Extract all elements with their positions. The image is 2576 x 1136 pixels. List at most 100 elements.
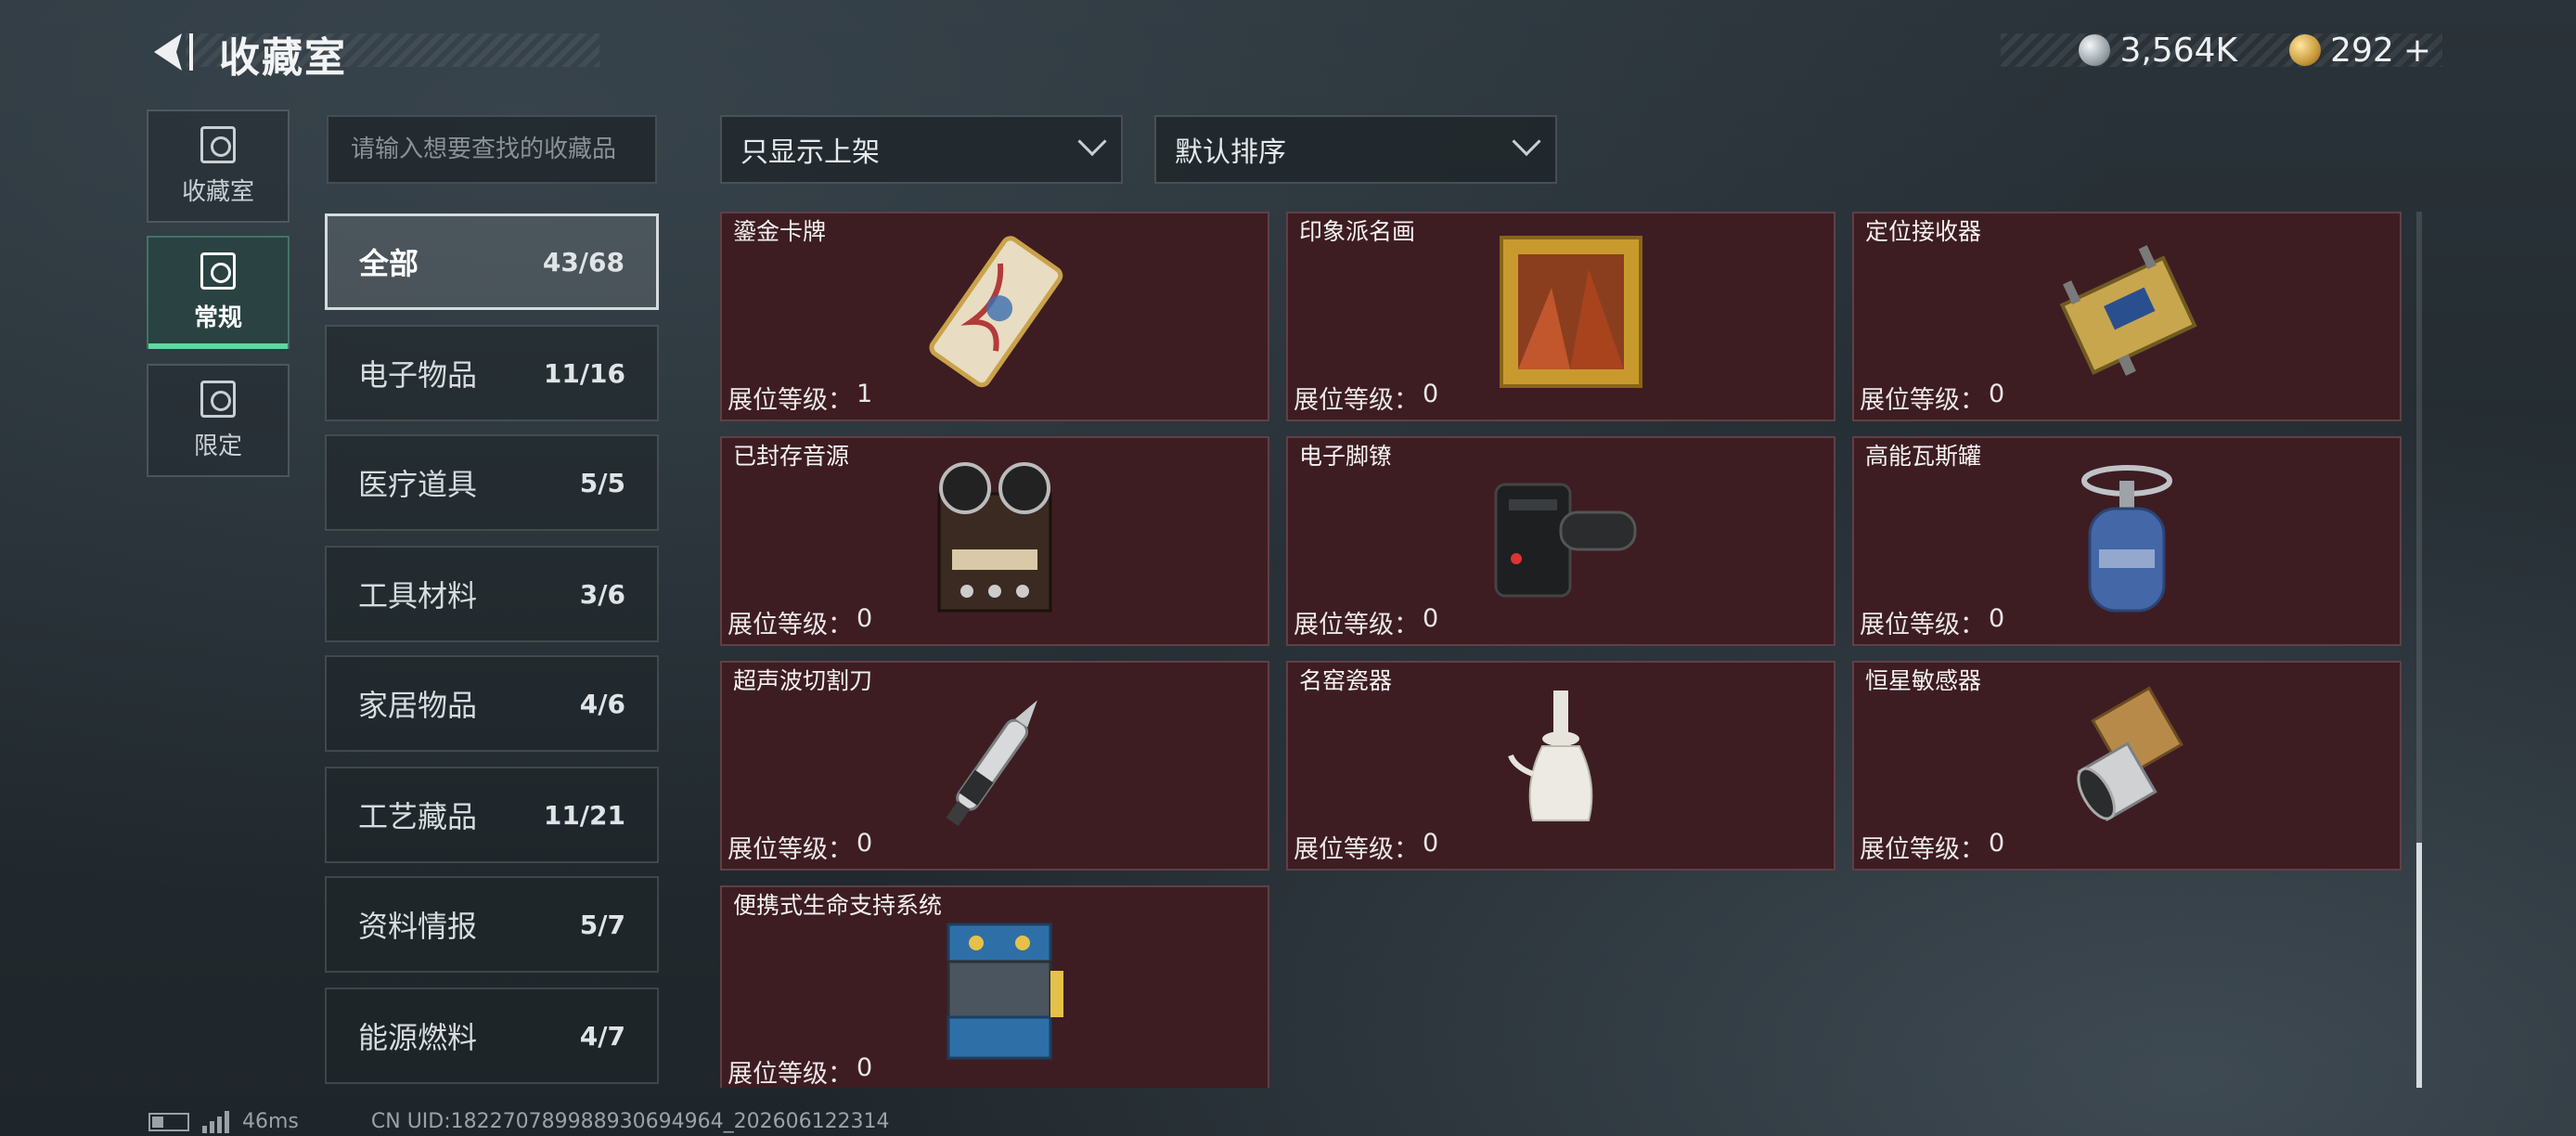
- signal-icon: [202, 1110, 229, 1133]
- grid-scrollbar[interactable]: [2416, 212, 2422, 1088]
- level-label: 展位等级：: [1294, 835, 1419, 864]
- side-tab-label: 常规: [193, 303, 242, 332]
- star-sensor-icon: [2077, 686, 2184, 822]
- category-count: 11/21: [543, 799, 625, 831]
- silver-currency: 3,564K: [2079, 32, 2237, 70]
- page-title: 收藏室: [219, 34, 347, 82]
- battery-icon: [148, 1112, 189, 1131]
- silver-coin-icon: [2079, 34, 2111, 66]
- level-value: 0: [1423, 829, 1439, 858]
- level-value: 0: [1423, 380, 1439, 408]
- level-value: 1: [857, 380, 873, 408]
- limited-icon: [200, 380, 236, 418]
- search-input[interactable]: [351, 136, 655, 163]
- ping-value: 46ms: [242, 1110, 299, 1133]
- regular-icon: [200, 252, 236, 290]
- category-medical[interactable]: 医疗道具 5/5: [325, 434, 659, 531]
- gas-canister-icon: [2081, 465, 2172, 613]
- level-value: 0: [1989, 829, 2005, 858]
- item-name: 已封存音源: [733, 443, 850, 470]
- life-support-system-icon: [947, 923, 1063, 1060]
- level-label: 展位等级：: [728, 835, 853, 864]
- side-tab-collection-room[interactable]: 收藏室: [147, 110, 290, 223]
- side-tab-regular[interactable]: 常规: [147, 236, 290, 349]
- level-value: 0: [857, 604, 873, 633]
- collection-card[interactable]: 名窑瓷器 展位等级： 0: [1286, 661, 1835, 871]
- category-label: 全部: [359, 246, 419, 281]
- silver-currency-value: 3,564K: [2119, 31, 2238, 70]
- collection-card[interactable]: 鎏金卡牌 展位等级： 1: [720, 212, 1269, 421]
- level-value: 0: [1989, 604, 2005, 633]
- status-footer: 46ms CN UID:182270789988930694964_202606…: [148, 1110, 890, 1133]
- back-button[interactable]: [145, 28, 200, 76]
- category-electronics[interactable]: 电子物品 11/16: [325, 325, 659, 421]
- scrollbar-thumb[interactable]: [2416, 843, 2422, 1088]
- category-count: 4/6: [579, 688, 625, 719]
- level-value: 0: [1989, 380, 2005, 408]
- item-name: 印象派名画: [1299, 218, 1416, 245]
- category-label: 家居物品: [358, 688, 478, 723]
- category-label: 电子物品: [358, 357, 478, 393]
- booth-level: 展位等级： 0: [1860, 829, 2004, 865]
- item-name: 鎏金卡牌: [733, 218, 827, 245]
- item-name: 恒星敏感器: [1865, 667, 1982, 694]
- category-intel[interactable]: 资料情报 5/7: [325, 876, 659, 973]
- level-value: 0: [1423, 604, 1439, 633]
- category-count: 11/16: [543, 357, 625, 389]
- collection-card[interactable]: 超声波切割刀 展位等级： 0: [720, 661, 1269, 871]
- gold-currency-value: 292: [2330, 31, 2394, 70]
- level-label: 展位等级：: [728, 611, 853, 639]
- collection-card[interactable]: 已封存音源 展位等级： 0: [720, 436, 1269, 646]
- porcelain-vase-icon: [1508, 691, 1593, 821]
- level-label: 展位等级：: [1294, 611, 1419, 639]
- search-box[interactable]: [327, 115, 657, 184]
- booth-level: 展位等级： 0: [1294, 380, 1438, 416]
- item-name: 电子脚镣: [1299, 443, 1393, 470]
- category-count: 5/5: [579, 467, 625, 498]
- back-arrow-icon: [154, 33, 193, 71]
- collection-card[interactable]: 恒星敏感器 展位等级： 0: [1852, 661, 2402, 871]
- booth-level: 展位等级： 1: [728, 380, 872, 416]
- booth-level: 展位等级： 0: [728, 1053, 872, 1088]
- booth-level: 展位等级： 0: [728, 604, 872, 640]
- sort-dropdown[interactable]: 默认排序: [1154, 115, 1557, 184]
- collection-card[interactable]: 定位接收器 展位等级： 0: [1852, 212, 2402, 421]
- chevron-down-icon: [1512, 126, 1541, 157]
- category-all[interactable]: 全部 43/68: [325, 213, 659, 310]
- sort-value: 默认排序: [1175, 136, 1286, 169]
- ultrasonic-cutter-icon: [946, 700, 1037, 827]
- level-label: 展位等级：: [1860, 611, 1985, 639]
- category-label: 资料情报: [358, 909, 478, 944]
- side-tab-label: 收藏室: [181, 177, 254, 206]
- display-filter-value: 只显示上架: [741, 136, 880, 169]
- category-tools[interactable]: 工具材料 3/6: [325, 546, 659, 642]
- category-count: 4/7: [579, 1020, 625, 1052]
- gold-currency[interactable]: 292 +: [2289, 32, 2431, 70]
- level-label: 展位等级：: [1860, 386, 1985, 415]
- category-count: 3/6: [579, 578, 625, 610]
- category-energy[interactable]: 能源燃料 4/7: [325, 988, 659, 1084]
- level-label: 展位等级：: [728, 1060, 853, 1088]
- category-crafts[interactable]: 工艺藏品 11/21: [325, 767, 659, 863]
- collection-card[interactable]: 印象派名画 展位等级： 0: [1286, 212, 1835, 421]
- booth-level: 展位等级： 0: [1294, 604, 1438, 640]
- chevron-down-icon: [1077, 126, 1107, 157]
- booth-level: 展位等级： 0: [1860, 604, 2004, 640]
- side-tab-limited[interactable]: 限定: [147, 364, 290, 477]
- category-label: 医疗道具: [358, 467, 478, 502]
- locator-receiver-icon: [2059, 245, 2197, 376]
- level-label: 展位等级：: [728, 386, 853, 415]
- collection-grid: 鎏金卡牌 展位等级： 1 印象派名画 展位等级： 0 定位接收器 展位等级： 0…: [720, 212, 2409, 1088]
- collection-card[interactable]: 高能瓦斯罐 展位等级： 0: [1852, 436, 2402, 646]
- level-label: 展位等级：: [1860, 835, 1985, 864]
- collection-room-icon: [200, 125, 236, 163]
- display-filter-dropdown[interactable]: 只显示上架: [720, 115, 1123, 184]
- category-label: 工具材料: [358, 578, 478, 613]
- booth-level: 展位等级： 0: [1294, 829, 1438, 865]
- category-household[interactable]: 家居物品 4/6: [325, 655, 659, 752]
- add-currency-button[interactable]: +: [2403, 32, 2431, 70]
- reel-to-reel-recorder-icon: [937, 462, 1052, 613]
- collection-card[interactable]: 便携式生命支持系统 展位等级： 0: [720, 885, 1269, 1088]
- electronic-ankle-monitor-icon: [1494, 483, 1637, 598]
- collection-card[interactable]: 电子脚镣 展位等级： 0: [1286, 436, 1835, 646]
